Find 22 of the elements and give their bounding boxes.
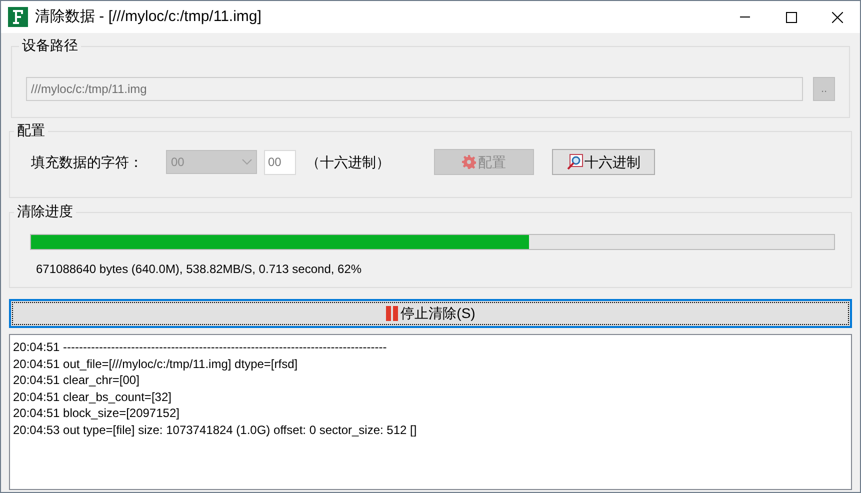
stop-button[interactable]: 停止清除(S) <box>9 299 852 328</box>
log-line: 20:04:53 out type=[file] size: 1073741824 (1.0G) offset: 0 sector_size: 512 [] <box>13 422 417 438</box>
window-title: 清除数据 - [///myloc/c:/tmp/11.img] <box>35 6 262 27</box>
log-line: 20:04:51 clear_bs_count=[32] <box>13 388 172 405</box>
gear-icon <box>462 155 476 169</box>
maximize-icon[interactable] <box>786 12 796 22</box>
magnifier-icon <box>566 154 582 170</box>
log-line: 20:04:51 out_file=[///myloc/c:/tmp/11.img] dtype=[rfsd] <box>13 356 298 372</box>
pause-icon <box>386 306 398 321</box>
group-title: 清除进度 <box>14 202 76 220</box>
app-icon <box>8 7 28 27</box>
hex-field[interactable]: 00 <box>264 150 296 174</box>
fill-label: 填充数据的字符： <box>31 152 144 172</box>
group-title: 配置 <box>14 121 48 139</box>
group-title: 设备路径 <box>19 36 81 54</box>
log-line: 20:04:51 --------------------------------------------------------------------------------- <box>13 339 387 356</box>
log-line: 20:04:51 clear_chr=[00] <box>13 372 140 388</box>
progress-status: 671088640 bytes (640.0M), 538.82MB/S, 0.713 second, 62% <box>36 261 363 278</box>
close-icon[interactable] <box>832 12 842 22</box>
hex-note: （十六进制） <box>306 152 391 172</box>
log-line: 20:04:51 block_size=[2097152] <box>13 405 180 422</box>
hex-button[interactable]: 十六进制 <box>552 149 655 175</box>
